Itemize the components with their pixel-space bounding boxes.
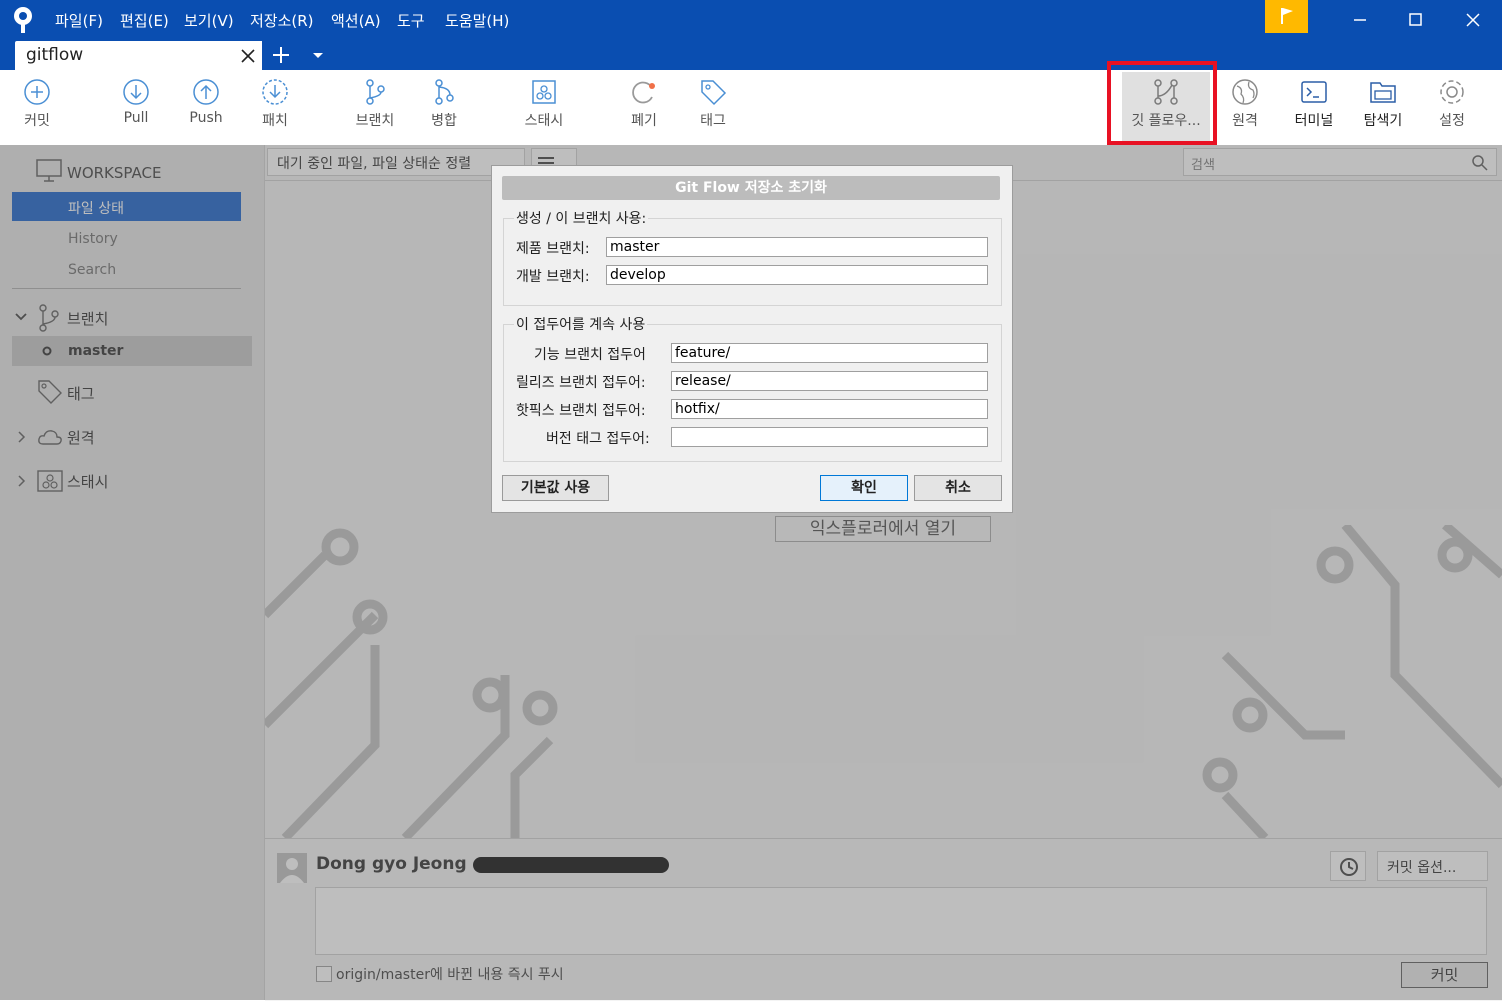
use-defaults-button[interactable]: 기본값 사용 <box>502 475 609 501</box>
settings-button[interactable]: 설정 <box>1417 78 1487 130</box>
flag-icon <box>1281 8 1293 24</box>
cancel-button[interactable]: 취소 <box>914 475 1002 501</box>
release-prefix-label: 릴리즈 브랜치 접두어: <box>516 375 646 391</box>
push-button[interactable]: Push <box>171 78 241 126</box>
branches-group <box>503 218 1002 306</box>
notification-flag-button[interactable] <box>1265 0 1308 33</box>
feature-prefix-input[interactable] <box>671 343 988 363</box>
stash-button[interactable]: 스태시 <box>509 78 579 130</box>
dev-branch-input[interactable] <box>606 265 988 285</box>
arrow-down-circle-icon <box>123 79 149 105</box>
release-prefix-input[interactable] <box>671 371 988 391</box>
dev-branch-label: 개발 브랜치: <box>516 269 590 285</box>
menu-file[interactable]: 파일(F) <box>55 10 103 31</box>
menu-actions[interactable]: 액션(A) <box>331 10 381 31</box>
sourcetree-logo-icon <box>14 7 32 33</box>
folder-icon <box>1370 82 1396 103</box>
tab-gitflow[interactable]: gitflow <box>15 41 262 70</box>
title-bar: 파일(F) 편집(E) 보기(V) 저장소(R) 액션(A) 도구 도움말(H) <box>0 0 1502 40</box>
menu-view[interactable]: 보기(V) <box>184 10 234 31</box>
feature-prefix-label: 기능 브랜치 접두어 <box>534 347 646 363</box>
stash-icon <box>532 80 556 104</box>
discard-button[interactable]: 폐기 <box>609 78 679 130</box>
prefix-group-label: 이 접두어를 계속 사용 <box>514 314 648 334</box>
maximize-icon[interactable] <box>1408 12 1424 28</box>
version-tag-prefix-input[interactable] <box>671 427 988 447</box>
terminal-button[interactable]: 터미널 <box>1279 78 1349 130</box>
menu-edit[interactable]: 편집(E) <box>120 10 169 31</box>
menu-help[interactable]: 도움말(H) <box>445 10 509 31</box>
gitflow-init-dialog: Git Flow 저장소 초기화 생성 / 이 브랜치 사용: 제품 브랜치: … <box>491 165 1013 513</box>
merge-button[interactable]: 병합 <box>409 78 479 130</box>
tag-button[interactable]: 태그 <box>678 78 748 130</box>
branch-icon <box>366 79 385 105</box>
prod-branch-input[interactable] <box>606 237 988 257</box>
arrow-up-circle-icon <box>193 79 219 105</box>
dialog-title: Git Flow 저장소 초기화 <box>502 176 1000 200</box>
globe-icon <box>1232 79 1258 105</box>
open-in-explorer-button[interactable]: 익스플로러에서 열기 <box>775 516 991 542</box>
branch-button[interactable]: 브랜치 <box>340 78 410 130</box>
branches-group-label: 생성 / 이 브랜치 사용: <box>514 208 649 228</box>
gear-icon <box>1440 80 1464 104</box>
close-window-icon[interactable] <box>1465 12 1481 28</box>
menu-tools[interactable]: 도구 <box>397 10 425 31</box>
remote-button[interactable]: 원격 <box>1210 78 1280 130</box>
merge-icon <box>435 79 454 105</box>
terminal-icon <box>1301 81 1327 103</box>
tab-title: gitflow <box>26 45 84 65</box>
toolbar: 커밋 Pull Push 패치 브랜치 병합 스태시 폐기 태그 깃 플로우..… <box>0 70 1502 146</box>
version-tag-prefix-label: 버전 태그 접두어: <box>546 431 650 447</box>
hotfix-prefix-label: 핫픽스 브랜치 접두어: <box>516 403 646 419</box>
patch-icon <box>262 79 288 105</box>
ok-button[interactable]: 확인 <box>820 475 908 501</box>
new-tab-icon[interactable] <box>272 46 290 64</box>
patch-button[interactable]: 패치 <box>240 78 310 130</box>
tag-icon <box>701 80 727 106</box>
discard-icon <box>632 81 655 104</box>
tab-dropdown-icon[interactable] <box>312 52 324 60</box>
hotfix-prefix-input[interactable] <box>671 399 988 419</box>
plus-circle-icon <box>24 79 50 105</box>
pull-button[interactable]: Pull <box>101 78 171 126</box>
prod-branch-label: 제품 브랜치: <box>516 241 590 257</box>
commit-button[interactable]: 커밋 <box>2 78 72 130</box>
minimize-icon[interactable] <box>1352 12 1368 28</box>
highlight-box <box>1107 61 1217 145</box>
close-tab-icon[interactable] <box>241 49 255 63</box>
explorer-button[interactable]: 탐색기 <box>1348 78 1418 130</box>
menu-repository[interactable]: 저장소(R) <box>250 10 314 31</box>
